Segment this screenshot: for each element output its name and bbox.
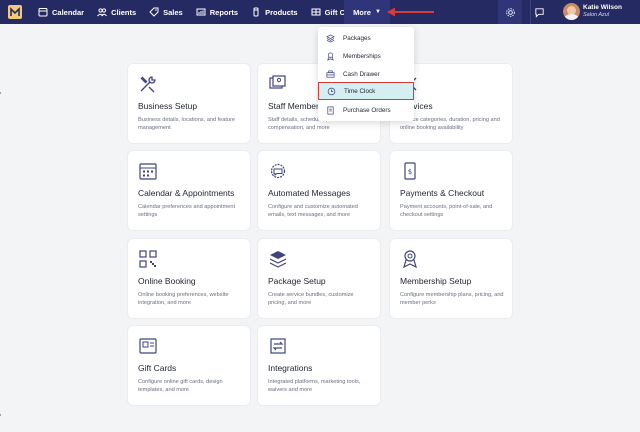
card-title: Gift Cards	[138, 363, 177, 373]
card-payments-checkout[interactable]: $ Payments & Checkout Payment accounts, …	[390, 151, 512, 230]
left-edge-marker	[0, 414, 1, 416]
card-business-setup[interactable]: Business Setup Business details, locatio…	[128, 64, 250, 143]
card-title: Payments & Checkout	[400, 188, 485, 198]
nav-calendar[interactable]: Calendar	[38, 7, 84, 17]
salon-name: Salon Azul	[583, 12, 610, 18]
annotation-arrow-icon	[387, 7, 434, 17]
settings-button[interactable]	[498, 0, 522, 24]
card-description: Configure and customize automated emails…	[268, 204, 358, 218]
card-title: Staff Members	[268, 101, 324, 111]
card-description: Service categories, duration, pricing an…	[400, 117, 500, 131]
card-calendar-appointments[interactable]: Calendar & Appointments Calendar prefere…	[128, 151, 250, 230]
more-dropdown-menu: Packages Memberships Cash Drawer Time Cl…	[318, 27, 414, 121]
card-title: Calendar & Appointments	[138, 188, 235, 198]
tag-icon	[149, 7, 159, 17]
card-online-booking[interactable]: Online Booking Online booking preference…	[128, 239, 250, 318]
badge-icon	[403, 250, 417, 269]
card-description: Business details, locations, and feature…	[138, 117, 236, 131]
cash-drawer-icon	[326, 70, 335, 78]
card-description: Configure online gift cards, design temp…	[138, 379, 223, 393]
gear-icon	[505, 7, 515, 17]
integrations-icon	[270, 338, 286, 354]
avatar[interactable]	[563, 3, 580, 20]
nav-reports[interactable]: Reports	[196, 7, 238, 17]
card-title: Automated Messages	[268, 188, 351, 198]
purchase-orders-icon	[327, 106, 334, 114]
card-automated-messages[interactable]: Automated Messages Configure and customi…	[258, 151, 380, 230]
card-title: Online Booking	[138, 276, 196, 286]
card-description: Integrated platforms, marketing tools, w…	[268, 379, 361, 393]
card-description: Online booking preferences, website inte…	[138, 292, 229, 306]
menu-item-label: Packages	[343, 34, 371, 42]
card-integrations[interactable]: Integrations Integrated platforms, marke…	[258, 326, 380, 405]
nav-more-button[interactable]: More ▼	[344, 0, 390, 24]
menu-item-purchase-orders[interactable]: Purchase Orders	[318, 102, 414, 118]
nav-sales-label: Sales	[163, 7, 183, 17]
nav-sales[interactable]: Sales	[149, 7, 183, 17]
menu-item-time-clock[interactable]: Time Clock	[318, 82, 414, 100]
nav-products[interactable]: Products	[251, 7, 298, 17]
nav-reports-label: Reports	[209, 7, 239, 17]
payments-icon: $	[404, 162, 416, 180]
qr-icon	[139, 250, 157, 268]
gift-card-icon	[311, 8, 321, 16]
user-menu[interactable]: Katie Wilson Salon Azul	[583, 4, 622, 19]
card-description: Configure membership plans, pricing, and…	[400, 292, 504, 306]
stack-icon	[269, 251, 287, 268]
clients-icon	[97, 8, 108, 17]
nav-more-label: More	[353, 7, 371, 17]
card-membership-setup[interactable]: Membership Setup Configure membership pl…	[390, 239, 512, 318]
app-logo-icon[interactable]	[8, 5, 22, 19]
menu-item-cash-drawer[interactable]: Cash Drawer	[318, 66, 414, 82]
nav-calendar-label: Calendar	[52, 7, 85, 17]
card-package-setup[interactable]: Package Setup Create service bundles, cu…	[258, 239, 380, 318]
chevron-down-icon: ▼	[374, 9, 381, 15]
reports-icon	[196, 8, 206, 16]
card-description: Calendar preferences and appointment set…	[138, 204, 236, 218]
menu-item-packages[interactable]: Packages	[318, 30, 414, 46]
nav-clients[interactable]: Clients	[97, 7, 136, 17]
card-gift-cards[interactable]: Gift Cards Configure online gift cards, …	[128, 326, 250, 405]
card-title: Integrations	[268, 363, 313, 373]
card-description: Create service bundles, customize pricin…	[268, 292, 354, 306]
clock-icon	[327, 87, 336, 95]
products-icon	[253, 7, 259, 17]
menu-item-label: Cash Drawer	[343, 70, 380, 78]
messages-button[interactable]	[530, 0, 548, 24]
chat-bubble-icon	[535, 7, 544, 18]
messages-icon	[270, 163, 286, 179]
menu-item-label: Memberships	[343, 52, 381, 60]
staff-icon	[269, 75, 286, 89]
calendar-icon	[38, 8, 48, 17]
calendar-icon	[139, 163, 157, 180]
main-nav: Calendar Clients Sales Reports Products …	[38, 0, 374, 24]
card-title: Business Setup	[138, 101, 198, 111]
left-edge-marker	[0, 92, 1, 94]
menu-item-label: Purchase Orders	[343, 106, 391, 114]
card-description: Payment accounts, point-of-sale, and che…	[400, 204, 493, 218]
gift-card-icon	[139, 338, 157, 354]
card-title: Package Setup	[268, 276, 326, 286]
user-name: Katie Wilson	[583, 4, 622, 11]
top-navigation-bar: Calendar Clients Sales Reports Products …	[0, 0, 640, 24]
svg-text:$: $	[408, 168, 412, 176]
card-title: Membership Setup	[400, 276, 472, 286]
packages-icon	[326, 33, 335, 43]
nav-clients-label: Clients	[111, 7, 137, 17]
menu-item-label: Time Clock	[344, 87, 376, 95]
menu-item-memberships[interactable]: Memberships	[318, 48, 414, 64]
tools-icon	[140, 76, 156, 93]
memberships-icon	[327, 52, 334, 61]
nav-products-label: Products	[265, 7, 298, 17]
